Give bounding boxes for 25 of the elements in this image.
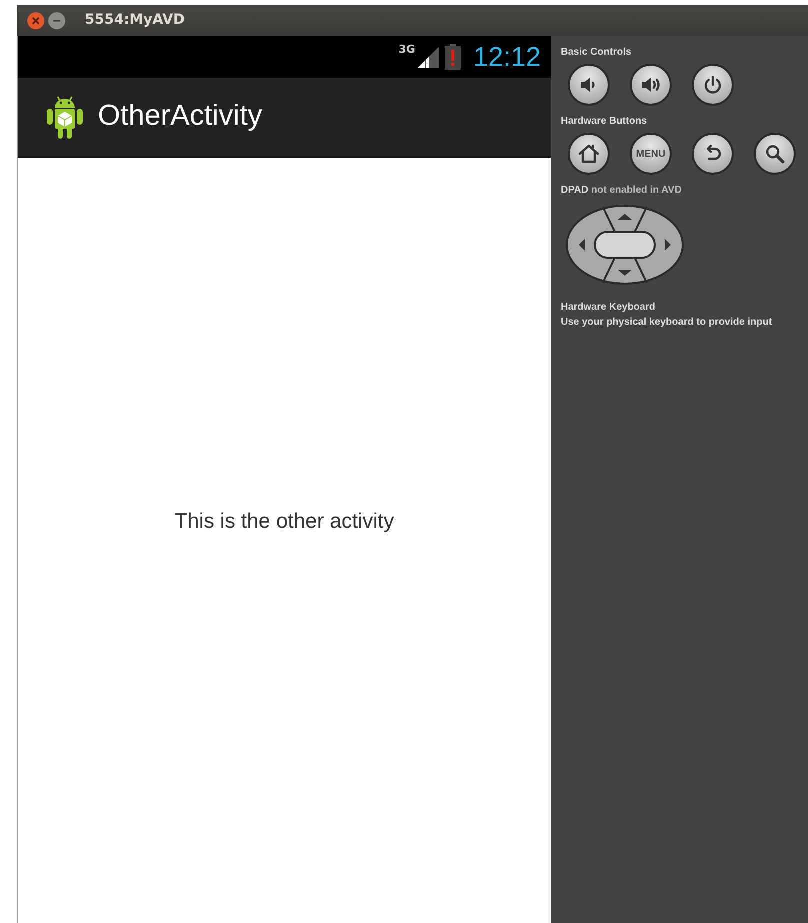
- home-button[interactable]: [568, 133, 610, 175]
- keyboard-hint: Use your physical keyboard to provide input: [561, 316, 774, 330]
- dpad-drawing[interactable]: [565, 204, 685, 286]
- search-button[interactable]: [754, 133, 796, 175]
- back-button[interactable]: [692, 133, 734, 175]
- signal-icon: [417, 46, 440, 68]
- volume-down-button[interactable]: [568, 64, 610, 106]
- network-type: 3G: [398, 42, 416, 58]
- minimize-icon[interactable]: [48, 12, 66, 30]
- menu-button[interactable]: MENU: [630, 133, 672, 175]
- section-heading: Basic Controls: [561, 46, 633, 60]
- window-title: 5554:MyAVD: [85, 11, 185, 30]
- activity-title: OtherActivity: [98, 99, 262, 134]
- section-heading: Hardware Buttons: [561, 115, 648, 129]
- power-button[interactable]: [692, 64, 734, 106]
- search-icon: [764, 143, 786, 165]
- power-icon: [702, 74, 724, 96]
- keyboard-heading: Hardware Keyboard: [561, 301, 656, 315]
- battery-icon: [445, 44, 462, 70]
- volume-up-button[interactable]: [630, 64, 672, 106]
- dpad-caption: DPAD not enabled in AVD: [561, 184, 683, 198]
- clock: 12:12: [473, 40, 541, 74]
- close-icon[interactable]: [27, 12, 45, 30]
- content-text: This is the other activity: [174, 508, 394, 535]
- home-icon: [578, 143, 600, 165]
